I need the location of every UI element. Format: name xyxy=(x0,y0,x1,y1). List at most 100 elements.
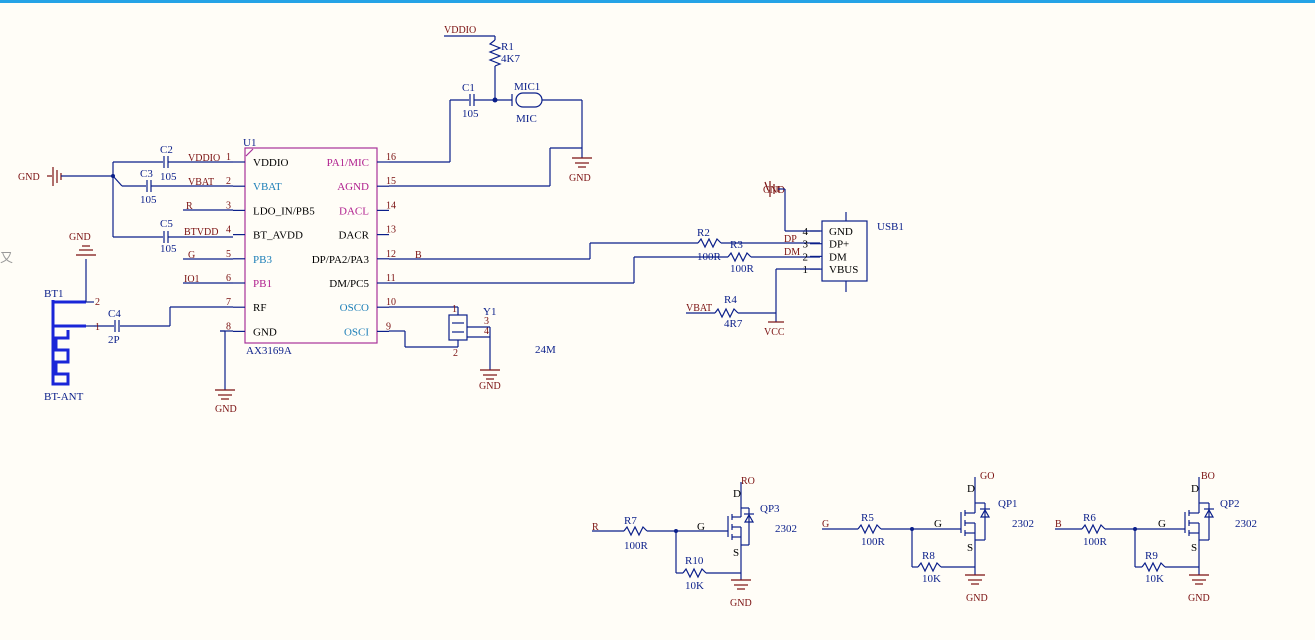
u1-left-pin-1-name: VDDIO xyxy=(253,157,288,169)
wire-c3-diag xyxy=(112,175,123,187)
window-accent-bar xyxy=(0,0,1315,3)
net-vbat-r4-label: VBAT xyxy=(686,303,712,314)
bt1-designator: BT1 xyxy=(44,288,64,300)
u1-pin1-mark xyxy=(245,148,254,157)
qp1-mosfet[interactable] xyxy=(960,495,991,575)
r7-zigzag[interactable] xyxy=(623,525,648,537)
u1-left-pin-6-name: PB1 xyxy=(253,278,272,290)
u1-right-pin-7-name: OSCO xyxy=(340,302,369,314)
c5-designator: C5 xyxy=(160,218,173,230)
bt1-antenna-trace[interactable] xyxy=(51,300,70,386)
net-btvdd-label: BTVDD xyxy=(184,227,218,238)
u1-part: AX3169A xyxy=(246,345,292,357)
r3-designator: R3 xyxy=(730,239,743,251)
c3-value: 105 xyxy=(140,194,157,206)
qp1-s-label: S xyxy=(967,542,973,554)
u1-right-pin-5-number: 12 xyxy=(386,249,396,260)
r7-value: 100R xyxy=(624,540,649,552)
usb1-pin-1-name: GND xyxy=(829,226,853,238)
net-vddio-label: VDDIO xyxy=(188,153,220,164)
usb1-designator: USB1 xyxy=(877,221,904,233)
u1-left-pin-7-name: RF xyxy=(253,302,266,314)
r10-designator: R10 xyxy=(685,555,704,567)
u1-left-pin-5-number: 5 xyxy=(226,249,231,260)
u1-right-pins: 16PA1/MIC15AGND14DACL13DACR12DP/PA2/PA31… xyxy=(312,152,396,338)
mic1-body[interactable] xyxy=(515,92,543,108)
gnd-xtal-label: GND xyxy=(479,381,501,392)
r5-zigzag[interactable] xyxy=(857,523,882,535)
r1-value: 4K7 xyxy=(501,53,520,65)
bt1-pin1-number: 1 xyxy=(95,322,100,333)
qp2-g-label: G xyxy=(1158,518,1166,530)
net-ro-label: RO xyxy=(741,476,755,487)
net-vbat-label: VBAT xyxy=(188,177,214,188)
gnd-qp3-label: GND xyxy=(730,598,752,609)
gnd-ant-label: GND xyxy=(69,232,91,243)
r2-designator: R2 xyxy=(697,227,710,239)
net-b-in-label: B xyxy=(1055,519,1062,530)
u1-right-pin-6-name: DM/PC5 xyxy=(329,278,369,290)
c2-designator: C2 xyxy=(160,144,173,156)
qp3-d-label: D xyxy=(733,488,741,500)
r4-zigzag[interactable] xyxy=(714,307,739,319)
r1-designator: R1 xyxy=(501,41,514,53)
qp3-s-label: S xyxy=(733,547,739,559)
u1-right-pin-1-name: PA1/MIC xyxy=(327,157,369,169)
qp2-mosfet[interactable] xyxy=(1184,495,1215,575)
mic1-designator: MIC1 xyxy=(514,81,540,93)
gnd-u1-label: GND xyxy=(215,404,237,415)
u1-right-pin-3-name: DACL xyxy=(339,205,369,217)
net-g-in-label: G xyxy=(822,519,829,530)
gnd-mic-label: GND xyxy=(569,173,591,184)
net-r-in-label: R xyxy=(592,522,599,533)
net-g-label: G xyxy=(188,250,195,261)
c5-value: 105 xyxy=(160,243,177,255)
y1-body[interactable] xyxy=(448,314,468,341)
c1-value: 105 xyxy=(462,108,479,120)
r4-designator: R4 xyxy=(724,294,737,306)
u1-right-pin-4-number: 13 xyxy=(386,225,396,236)
c3-designator: C3 xyxy=(140,168,153,180)
c2-value: 105 xyxy=(160,171,177,183)
qp3-value: 2302 xyxy=(775,523,797,535)
r3-zigzag[interactable] xyxy=(727,251,752,263)
net-go-label: GO xyxy=(980,471,994,482)
u1-left-pin-5-name: PB3 xyxy=(253,254,272,266)
r1-zigzag[interactable] xyxy=(488,39,502,67)
net-r-label: R xyxy=(186,201,193,212)
mic1-value: MIC xyxy=(516,113,537,125)
usb1-pin-3-number: 2 xyxy=(803,251,809,263)
r6-designator: R6 xyxy=(1083,512,1096,524)
u1-right-pin-5-name: DP/PA2/PA3 xyxy=(312,254,370,266)
usb1-pin-3-name: DM xyxy=(829,251,847,263)
y1-pin2: 2 xyxy=(453,348,458,359)
r4-value: 4R7 xyxy=(724,318,743,330)
r8-zigzag[interactable] xyxy=(917,561,942,573)
gnd-left-label: GND xyxy=(18,172,40,183)
r9-value: 10K xyxy=(1145,573,1164,585)
u1-left-pin-4-number: 4 xyxy=(226,225,231,236)
c1-designator: C1 xyxy=(462,82,475,94)
qp2-value: 2302 xyxy=(1235,518,1257,530)
schematic-sheet: 又 U1 AX3169A 1 VDDIO 2 VBAT 3 LDO_IN/PB5 4 BT_A… xyxy=(0,25,1257,609)
qp2-s-label: S xyxy=(1191,542,1197,554)
u1-left-pin-4-name: BT_AVDD xyxy=(253,230,303,242)
u1-right-pin-6-number: 11 xyxy=(386,273,396,284)
r10-zigzag[interactable] xyxy=(682,567,707,579)
qp3-g-label: G xyxy=(697,521,705,533)
net-vddio-top-label: VDDIO xyxy=(444,25,476,36)
usb1-pin-2-number: 3 xyxy=(803,239,809,251)
net-b-label: B xyxy=(415,250,422,261)
qp1-designator: QP1 xyxy=(998,498,1018,510)
qp3-mosfet[interactable] xyxy=(727,500,755,580)
qp2-d-label: D xyxy=(1191,483,1199,495)
edge-glyph: 又 xyxy=(0,250,13,265)
r9-zigzag[interactable] xyxy=(1141,561,1166,573)
r6-zigzag[interactable] xyxy=(1081,523,1106,535)
net-dp-label: DP xyxy=(784,234,797,245)
qp1-g-label: G xyxy=(934,518,942,530)
r2-zigzag[interactable] xyxy=(697,237,722,249)
r5-designator: R5 xyxy=(861,512,874,524)
y1-pin4: 4 xyxy=(484,326,489,337)
u1-right-pin-4-name: DACR xyxy=(338,230,369,242)
